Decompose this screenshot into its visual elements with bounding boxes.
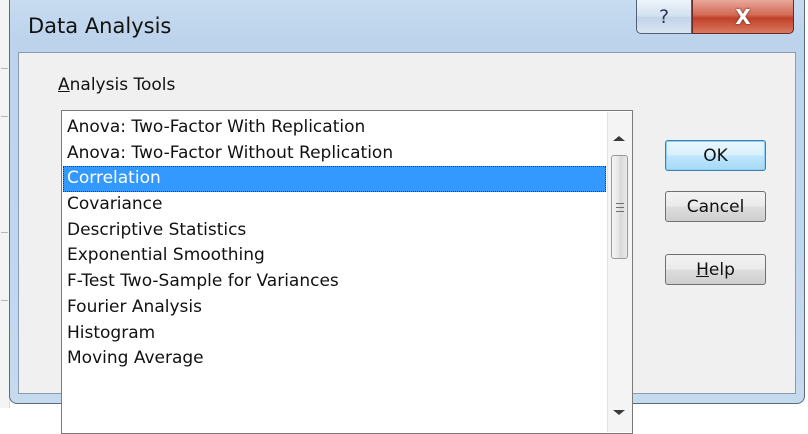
list-items: Anova: Two-Factor With Replication Anova:… <box>63 115 606 372</box>
help-label-rest: elp <box>708 259 735 280</box>
edge-tick <box>1 300 8 301</box>
list-item[interactable]: Moving Average <box>63 346 606 372</box>
cancel-button[interactable]: Cancel <box>665 191 766 222</box>
title-bar[interactable]: Data Analysis ? X <box>10 0 804 52</box>
scroll-up-arrow-icon[interactable] <box>613 136 625 141</box>
grip-line <box>616 211 624 212</box>
scroll-thumb[interactable] <box>611 155 628 259</box>
edge-tick <box>1 116 8 117</box>
close-icon: X <box>735 4 751 29</box>
edge-tick <box>1 232 8 233</box>
list-item[interactable]: Anova: Two-Factor With Replication <box>63 115 606 141</box>
close-button[interactable]: X <box>692 0 794 34</box>
help-button[interactable]: Help <box>665 254 766 285</box>
dialog-title: Data Analysis <box>28 14 172 38</box>
list-item[interactable]: Descriptive Statistics <box>63 218 606 244</box>
scroll-down-arrow-icon[interactable] <box>613 410 625 415</box>
data-analysis-dialog: Data Analysis ? X Analysis Tools Anova: … <box>9 0 805 434</box>
question-mark-icon: ? <box>658 5 670 28</box>
list-item[interactable]: Covariance <box>63 192 606 218</box>
list-item[interactable]: Histogram <box>63 321 606 347</box>
grip-line <box>616 207 624 208</box>
list-item[interactable]: F-Test Two-Sample for Variances <box>63 269 606 295</box>
analysis-tools-label: Analysis Tools <box>58 75 175 95</box>
list-item[interactable]: Exponential Smoothing <box>63 243 606 269</box>
help-mnemonic: H <box>696 259 709 280</box>
list-item[interactable]: Fourier Analysis <box>63 295 606 321</box>
analysis-tools-mnemonic: A <box>58 75 70 95</box>
analysis-tools-listbox[interactable]: Anova: Two-Factor With Replication Anova:… <box>61 110 633 434</box>
ok-button[interactable]: OK <box>665 140 766 171</box>
dialog-client-area: Analysis Tools Anova: Two-Factor With Re… <box>18 52 796 434</box>
vertical-scrollbar[interactable] <box>607 112 632 432</box>
grip-line <box>616 203 624 204</box>
context-help-button[interactable]: ? <box>636 0 692 34</box>
list-item[interactable]: Anova: Two-Factor Without Replication <box>63 141 606 167</box>
edge-tick <box>1 68 8 69</box>
list-item[interactable]: Correlation <box>63 166 606 193</box>
analysis-tools-label-rest: nalysis Tools <box>69 75 176 95</box>
